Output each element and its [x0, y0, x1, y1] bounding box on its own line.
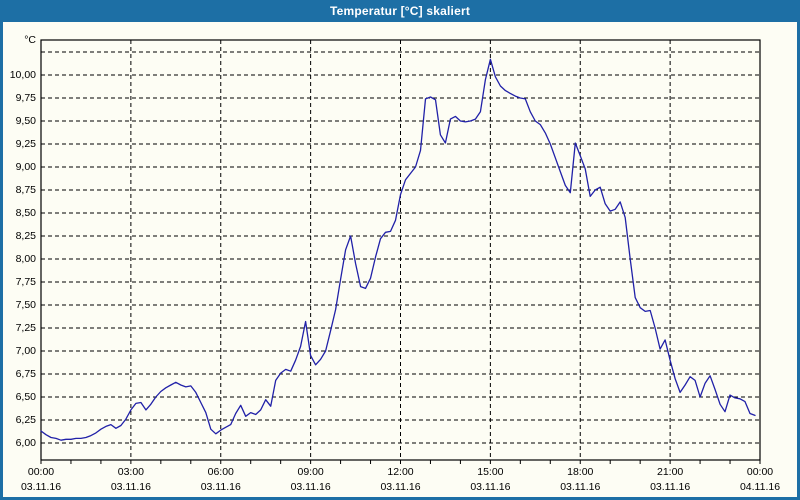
x-axis-time-label: 00:00 — [28, 466, 54, 478]
temperature-line-series — [40, 58, 756, 441]
x-axis-time-label: 15:00 — [477, 466, 503, 478]
y-axis-label: 6,50 — [16, 391, 37, 403]
x-axis-time-label: 03:00 — [118, 466, 144, 478]
y-axis-label: 6,75 — [16, 368, 37, 380]
y-axis-label: 7,00 — [16, 345, 37, 357]
y-axis-label: 7,50 — [16, 299, 37, 311]
y-axis-label: 7,25 — [16, 322, 37, 334]
x-axis-time-label: 00:00 — [747, 466, 773, 478]
x-axis-time-label: 12:00 — [387, 466, 413, 478]
x-axis-time-label: 06:00 — [208, 466, 234, 478]
y-axis-unit-label: °C — [24, 34, 36, 46]
y-axis-label: 8,00 — [16, 253, 37, 265]
y-axis-label: 10,00 — [10, 69, 36, 81]
x-axis-date-label: 03.11.16 — [21, 481, 61, 493]
y-axis-label: 8,25 — [16, 230, 37, 242]
y-axis-label: 8,50 — [16, 207, 37, 219]
y-axis-label: 9,75 — [16, 92, 37, 104]
y-axis-label: 9,25 — [16, 138, 37, 150]
x-axis-time-label: 18:00 — [567, 466, 593, 478]
x-axis-date-label: 03.11.16 — [380, 481, 420, 493]
x-axis-time-label: 21:00 — [657, 466, 683, 478]
y-axis-label: 6,25 — [16, 414, 37, 426]
chart-canvas: 6,00 6,25 6,50 6,75 7,00 7,25 7,50 7,75 8,00 8,25… — [10, 34, 780, 493]
x-axis-date-label: 03.11.16 — [291, 481, 331, 493]
x-axis-date-label: 03.11.16 — [560, 481, 600, 493]
y-axis-label: 6,00 — [16, 437, 37, 449]
x-axis-time-label: 09:00 — [297, 466, 323, 478]
x-axis-date-label: 03.11.16 — [470, 481, 510, 493]
y-axis-label: 8,75 — [16, 184, 37, 196]
y-axis-label: 9,50 — [16, 115, 37, 127]
y-axis-label: 7,75 — [16, 276, 37, 288]
y-axis-label: 9,00 — [16, 161, 37, 173]
x-axis-date-label: 03.11.16 — [650, 481, 690, 493]
chart-window: Temperatur [°C] skaliert 6,00 6,25 6,50 6,7… — [0, 0, 800, 500]
x-axis-date-label: 03.11.16 — [201, 481, 241, 493]
x-axis-date-label: 03.11.16 — [111, 481, 151, 493]
x-axis-date-label: 04.11.16 — [740, 481, 780, 493]
